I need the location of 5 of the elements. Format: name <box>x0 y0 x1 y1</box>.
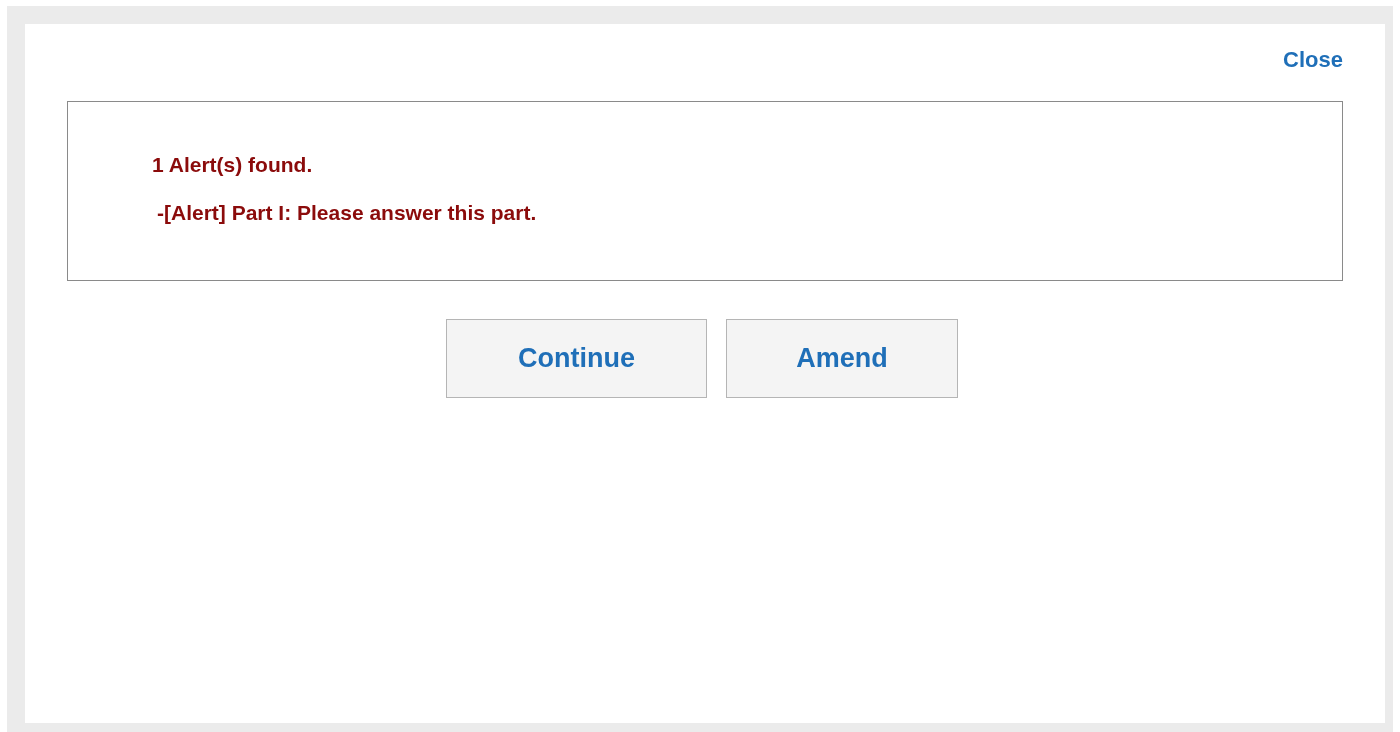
alert-message: -[Alert] Part I: Please answer this part. <box>156 200 538 226</box>
continue-button[interactable]: Continue <box>446 319 707 398</box>
close-link[interactable]: Close <box>1283 46 1343 74</box>
alert-summary: 1 Alert(s) found. <box>152 152 314 178</box>
amend-button[interactable]: Amend <box>726 319 958 398</box>
